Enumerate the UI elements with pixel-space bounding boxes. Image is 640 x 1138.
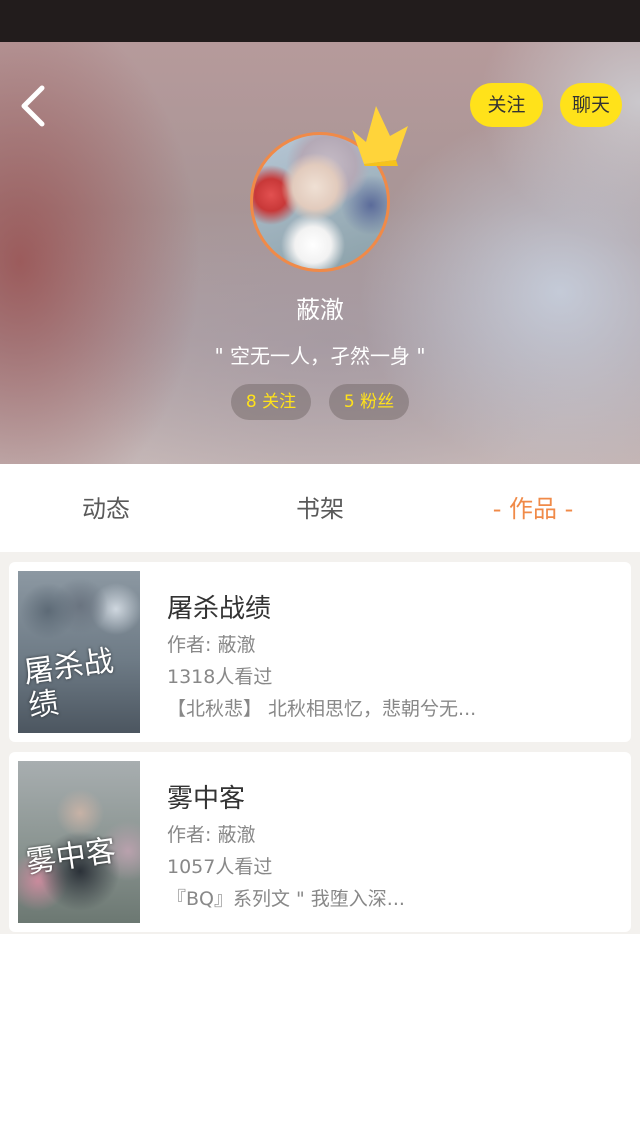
signature: " 空无一人，孑然一身 ": [214, 344, 426, 368]
profile-header: 关注 聊天 蔽澈 " 空无一人，孑然一身 " 8 关注 5 粉丝: [0, 42, 640, 464]
tab-dynamic[interactable]: 动态: [46, 464, 166, 552]
book-description: 『BQ』系列文 " 我堕入深...: [167, 888, 405, 910]
follow-button[interactable]: 关注: [470, 83, 543, 127]
back-button[interactable]: [14, 82, 54, 130]
book-cover: 雾中客: [18, 761, 140, 923]
book-views: 1057人看过: [167, 856, 273, 878]
crown-icon: [352, 106, 408, 166]
chevron-left-icon: [21, 85, 45, 127]
tab-works[interactable]: - 作品 -: [463, 464, 603, 552]
book-views: 1318人看过: [167, 666, 273, 688]
work-card[interactable]: 屠杀战绩 屠杀战绩 作者: 蔽澈 1318人看过 【北秋悲】 北秋相思忆，悲朝兮…: [9, 562, 631, 742]
book-author: 作者: 蔽澈: [167, 634, 256, 656]
nickname: 蔽澈: [296, 296, 344, 324]
cover-title: 雾中客: [24, 833, 119, 881]
book-title: 雾中客: [167, 784, 246, 814]
book-title: 屠杀战绩: [167, 594, 272, 624]
chat-button[interactable]: 聊天: [560, 83, 622, 127]
work-card[interactable]: 雾中客 雾中客 作者: 蔽澈 1057人看过 『BQ』系列文 " 我堕入深...: [9, 752, 631, 932]
following-count[interactable]: 8 关注: [231, 384, 311, 420]
book-author: 作者: 蔽澈: [167, 824, 256, 846]
book-cover: 屠杀战绩: [18, 571, 140, 733]
cover-title: 屠杀战绩: [21, 643, 116, 725]
status-bar: [0, 0, 640, 42]
fans-count[interactable]: 5 粉丝: [329, 384, 409, 420]
tab-bookshelf[interactable]: 书架: [260, 464, 380, 552]
book-description: 【北秋悲】 北秋相思忆，悲朝兮无...: [167, 698, 477, 720]
works-list: 屠杀战绩 屠杀战绩 作者: 蔽澈 1318人看过 【北秋悲】 北秋相思忆，悲朝兮…: [0, 552, 640, 934]
tab-bar: 动态 书架 - 作品 -: [0, 464, 640, 552]
